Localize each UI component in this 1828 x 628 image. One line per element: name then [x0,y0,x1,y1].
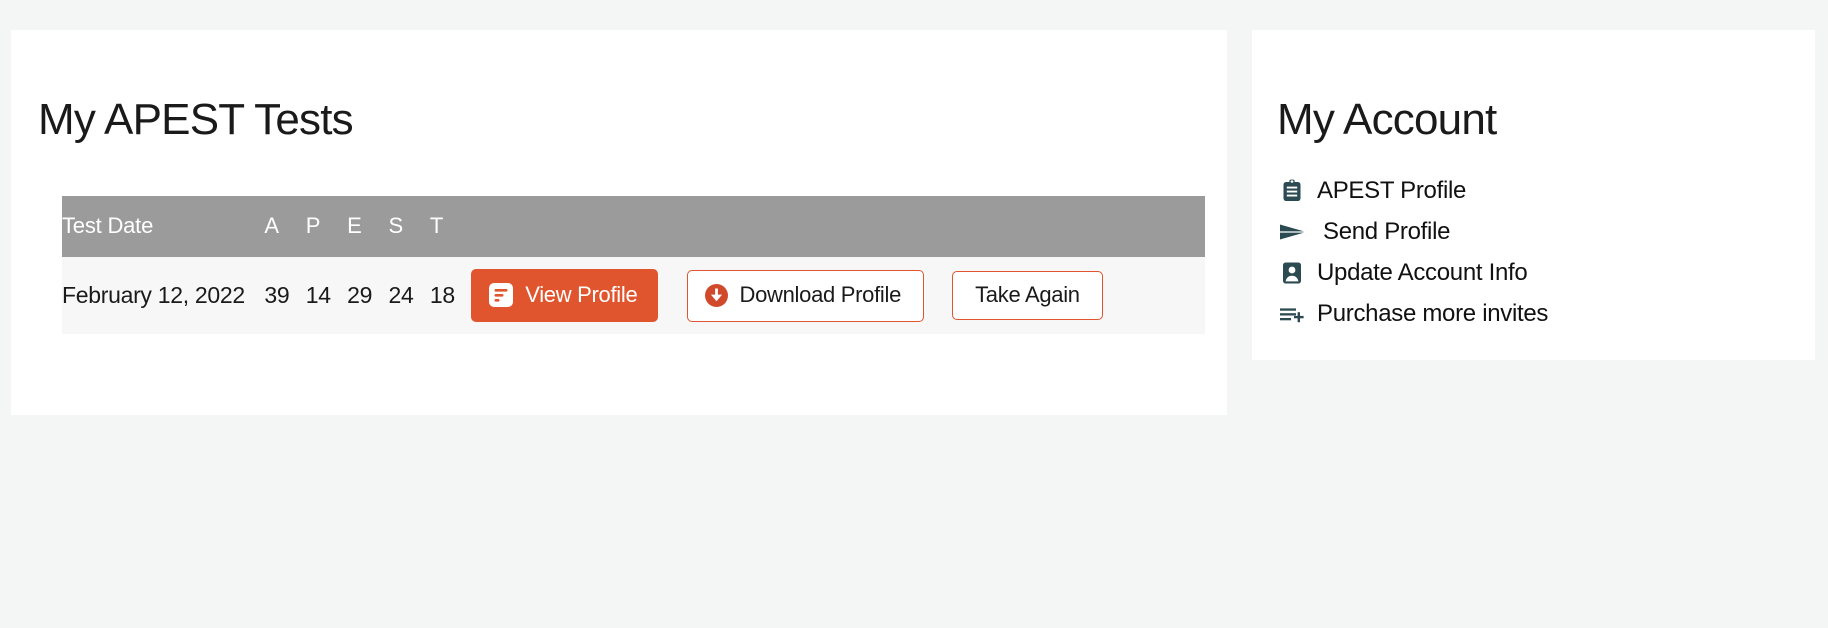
account-item-label: APEST Profile [1317,176,1467,204]
account-item-send-profile[interactable]: Send Profile [1277,211,1548,252]
page-title: My APEST Tests [38,95,354,144]
column-header-actions [471,196,1205,257]
cell-test-date: February 12, 2022 [62,282,245,308]
cell-actions: View Profile Download Profile Take Again [471,257,1205,334]
download-profile-button[interactable]: Download Profile [686,269,925,322]
page-root: My APEST Tests Test Date A P E S T Febru… [0,0,1828,628]
my-account-card: My Account APEST Profile Send Profile Up… [1252,30,1815,360]
cell-score-s: 24 [388,282,414,308]
column-header-t: T [429,213,444,238]
view-profile-button[interactable]: View Profile [471,269,659,322]
view-profile-label: View Profile [525,282,638,307]
cell-score-e: 29 [347,282,373,308]
column-header-p: P [305,213,321,238]
account-item-purchase-more-invites[interactable]: Purchase more invites [1277,293,1548,334]
clipboard-icon [1277,176,1307,206]
tests-table-body: February 12, 2022 39 14 29 24 18 View Pr… [62,257,1205,334]
cell-score-a: 39 [264,282,290,308]
list-plus-icon [1277,299,1307,329]
account-item-label: Update Account Info [1317,258,1528,286]
table-row: February 12, 2022 39 14 29 24 18 View Pr… [62,257,1205,334]
account-item-apest-profile[interactable]: APEST Profile [1277,170,1548,211]
send-paper-plane-icon [1277,217,1307,247]
document-lines-icon [488,282,514,308]
take-again-button[interactable]: Take Again [952,271,1103,320]
cell-score-p: 14 [305,282,331,308]
column-header-e: E [347,213,362,238]
column-header-s: S [388,213,403,238]
table-header-row: Test Date A P E S T [62,196,1205,257]
cell-score-t: 18 [429,282,455,308]
account-menu: APEST Profile Send Profile Update Accoun… [1277,170,1548,334]
account-title: My Account [1277,95,1497,144]
tests-table: Test Date A P E S T February 12, 2022 39… [62,196,1205,334]
tests-table-head: Test Date A P E S T [62,196,1205,257]
my-apest-tests-card: My APEST Tests Test Date A P E S T Febru… [11,30,1227,415]
download-circle-icon [704,283,729,308]
account-item-update-account-info[interactable]: Update Account Info [1277,252,1548,293]
take-again-label: Take Again [975,282,1080,307]
download-profile-label: Download Profile [739,282,902,307]
contact-card-icon [1277,258,1307,288]
column-header-a: A [264,213,279,238]
column-header-test-date: Test Date [62,213,154,238]
account-item-label: Purchase more invites [1317,299,1549,327]
tests-table-container: Test Date A P E S T February 12, 2022 39… [62,196,1205,334]
account-item-label: Send Profile [1323,217,1451,245]
